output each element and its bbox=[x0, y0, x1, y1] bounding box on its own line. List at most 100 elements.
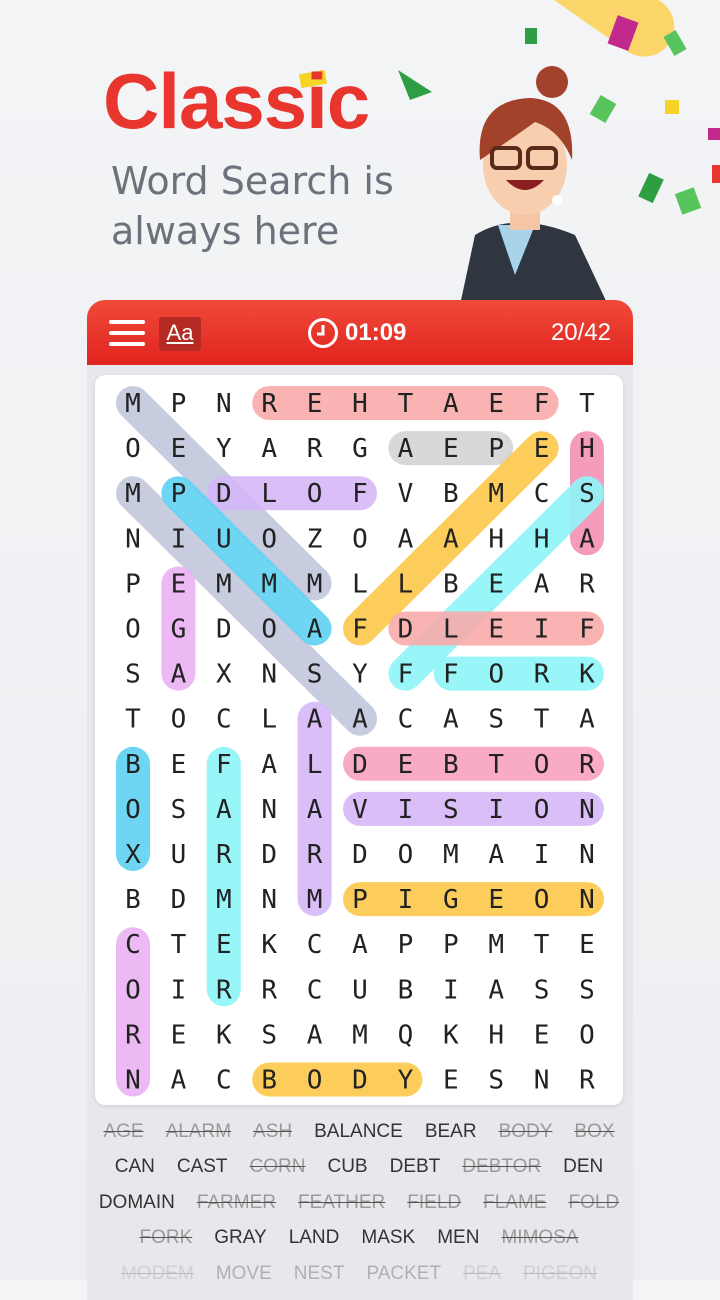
grid-cell[interactable]: O bbox=[171, 705, 187, 735]
grid-cell[interactable]: A bbox=[534, 569, 550, 599]
grid-cell[interactable]: P bbox=[171, 479, 187, 509]
grid-cell[interactable]: L bbox=[443, 615, 459, 645]
grid-cell[interactable]: F bbox=[443, 660, 459, 690]
grid-cell[interactable]: T bbox=[398, 389, 414, 419]
grid-cell[interactable]: E bbox=[171, 569, 187, 599]
grid-cell[interactable]: O bbox=[307, 1066, 323, 1096]
grid-cell[interactable]: Y bbox=[398, 1066, 414, 1096]
grid-cell[interactable]: E bbox=[171, 750, 187, 780]
grid-cell[interactable]: E bbox=[307, 389, 323, 419]
grid-cell[interactable]: B bbox=[125, 750, 141, 780]
grid-cell[interactable]: T bbox=[579, 389, 595, 419]
grid-cell[interactable]: L bbox=[261, 705, 277, 735]
grid-cell[interactable]: R bbox=[579, 750, 595, 780]
grid-cell[interactable]: N bbox=[579, 795, 595, 825]
grid-cell[interactable]: O bbox=[307, 479, 323, 509]
grid-cell[interactable]: O bbox=[125, 615, 141, 645]
grid-cell[interactable]: P bbox=[171, 389, 187, 419]
grid-cell[interactable]: A bbox=[171, 660, 187, 690]
grid-cell[interactable]: E bbox=[443, 1066, 459, 1096]
grid-cell[interactable]: O bbox=[534, 795, 550, 825]
grid-cell[interactable]: T bbox=[534, 930, 550, 960]
grid-cell[interactable]: C bbox=[216, 1066, 232, 1096]
grid-cell[interactable]: O bbox=[352, 524, 368, 554]
grid-cell[interactable]: S bbox=[534, 975, 550, 1005]
grid-cell[interactable]: N bbox=[125, 1066, 141, 1096]
grid-cell[interactable]: I bbox=[171, 524, 187, 554]
grid-cell[interactable]: E bbox=[398, 750, 414, 780]
grid-cell[interactable]: M bbox=[488, 930, 504, 960]
grid-cell[interactable]: H bbox=[488, 1020, 504, 1050]
grid-cell[interactable]: A bbox=[443, 524, 459, 554]
grid-cell[interactable]: A bbox=[488, 840, 504, 870]
grid-cell[interactable]: H bbox=[352, 389, 368, 419]
grid-cell[interactable]: D bbox=[216, 479, 232, 509]
grid-cell[interactable]: I bbox=[443, 975, 459, 1005]
grid-cell[interactable]: A bbox=[352, 705, 368, 735]
grid-cell[interactable]: A bbox=[307, 705, 323, 735]
grid-cell[interactable]: A bbox=[216, 795, 232, 825]
grid-cell[interactable]: N bbox=[579, 840, 595, 870]
grid-cell[interactable]: T bbox=[171, 930, 187, 960]
grid-cell[interactable]: A bbox=[398, 524, 414, 554]
grid-cell[interactable]: N bbox=[216, 389, 232, 419]
grid-cell[interactable]: P bbox=[488, 434, 504, 464]
grid-cell[interactable]: O bbox=[261, 524, 277, 554]
grid-cell[interactable]: D bbox=[261, 840, 277, 870]
grid-cell[interactable]: I bbox=[534, 615, 550, 645]
grid-cell[interactable]: E bbox=[171, 434, 187, 464]
grid-cell[interactable]: T bbox=[534, 705, 550, 735]
grid-cell[interactable]: S bbox=[171, 795, 187, 825]
grid-cell[interactable]: P bbox=[443, 930, 459, 960]
grid-cell[interactable]: E bbox=[216, 930, 232, 960]
grid-cell[interactable]: S bbox=[579, 479, 595, 509]
grid-cell[interactable]: V bbox=[352, 795, 368, 825]
grid-cell[interactable]: M bbox=[443, 840, 459, 870]
grid-cell[interactable]: R bbox=[579, 569, 595, 599]
grid-cell[interactable]: F bbox=[534, 389, 550, 419]
grid-cell[interactable]: R bbox=[307, 434, 323, 464]
grid-cell[interactable]: S bbox=[443, 795, 459, 825]
grid-cell[interactable]: D bbox=[352, 840, 368, 870]
grid-cell[interactable]: O bbox=[534, 750, 550, 780]
letter-grid[interactable]: MPNREHTAEFTOEYARGAEPEHMPDLOFVBMCSNIUOZOA… bbox=[95, 375, 623, 1105]
grid-cell[interactable]: R bbox=[125, 1020, 141, 1050]
grid-cell[interactable]: O bbox=[125, 434, 141, 464]
hamburger-icon[interactable] bbox=[109, 320, 145, 346]
grid-cell[interactable]: G bbox=[171, 615, 187, 645]
grid-cell[interactable]: A bbox=[579, 705, 595, 735]
grid-cell[interactable]: F bbox=[216, 750, 232, 780]
grid-cell[interactable]: G bbox=[352, 434, 368, 464]
grid-cell[interactable]: C bbox=[307, 930, 323, 960]
grid-cell[interactable]: M bbox=[216, 569, 232, 599]
grid-cell[interactable]: N bbox=[579, 885, 595, 915]
grid-cell[interactable]: N bbox=[534, 1066, 550, 1096]
grid-cell[interactable]: C bbox=[398, 705, 414, 735]
grid-cell[interactable]: F bbox=[579, 615, 595, 645]
grid-cell[interactable]: A bbox=[352, 930, 368, 960]
grid-cell[interactable]: D bbox=[352, 750, 368, 780]
grid-cell[interactable]: B bbox=[443, 479, 459, 509]
grid-cell[interactable]: A bbox=[261, 750, 277, 780]
grid-cell[interactable]: O bbox=[579, 1020, 595, 1050]
grid-cell[interactable]: E bbox=[488, 615, 504, 645]
grid-cell[interactable]: Y bbox=[216, 434, 232, 464]
grid-cell[interactable]: R bbox=[261, 975, 277, 1005]
grid-cell[interactable]: A bbox=[171, 1066, 187, 1096]
grid-cell[interactable]: H bbox=[488, 524, 504, 554]
grid-cell[interactable]: A bbox=[307, 1020, 323, 1050]
grid-cell[interactable]: A bbox=[443, 389, 459, 419]
grid-cell[interactable]: B bbox=[443, 569, 459, 599]
grid-cell[interactable]: L bbox=[352, 569, 368, 599]
grid-cell[interactable]: M bbox=[216, 885, 232, 915]
grid-cell[interactable]: T bbox=[125, 705, 141, 735]
grid-cell[interactable]: R bbox=[307, 840, 323, 870]
grid-cell[interactable]: P bbox=[352, 885, 368, 915]
grid-cell[interactable]: A bbox=[443, 705, 459, 735]
grid-cell[interactable]: O bbox=[398, 840, 414, 870]
grid-cell[interactable]: I bbox=[398, 885, 414, 915]
grid-cell[interactable]: D bbox=[398, 615, 414, 645]
grid-cell[interactable]: N bbox=[125, 524, 141, 554]
grid-cell[interactable]: A bbox=[579, 524, 595, 554]
grid-cell[interactable]: E bbox=[534, 1020, 550, 1050]
